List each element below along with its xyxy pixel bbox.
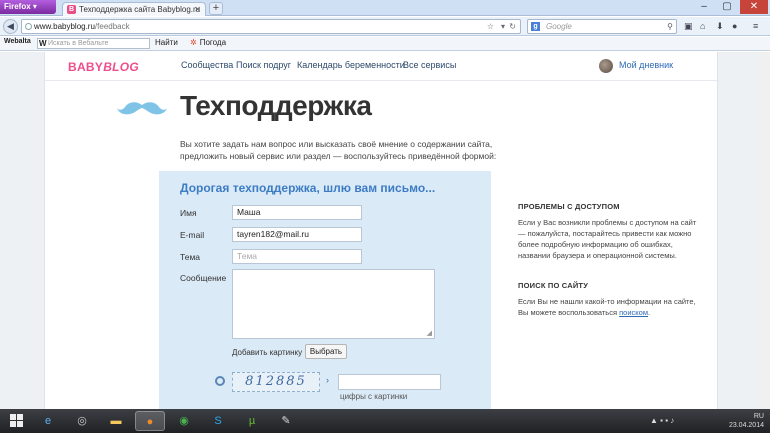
weather-link[interactable]: ✲ Погода <box>190 38 226 47</box>
start-pane-icon <box>17 414 23 420</box>
webalta-w-icon: W <box>39 39 47 48</box>
name-label: Имя <box>180 208 197 218</box>
tab-title: Техподдержка сайта Babyblog.ru <box>79 5 201 14</box>
page-content: BABYBLOG Сообщества Поиск подруг Календа… <box>44 52 719 409</box>
sidebar-access-block: ПРОБЛЕМЫ С ДОСТУПОМ Если у Вас возникли … <box>518 202 698 261</box>
skype-taskbar-icon[interactable]: S <box>203 411 233 431</box>
weather-label: Погода <box>199 38 227 47</box>
avatar[interactable] <box>599 59 613 73</box>
captcha-hint: цифры с картинки <box>340 392 408 401</box>
refresh-captcha-icon[interactable] <box>215 376 225 386</box>
page-scrollbar[interactable] <box>760 52 770 409</box>
bookmarks-icon[interactable]: ▣ <box>684 21 693 32</box>
explorer-taskbar-icon[interactable]: ▬ <box>101 411 131 431</box>
utorrent-taskbar-icon[interactable]: µ <box>237 411 267 431</box>
page-title: Техподдержка <box>180 90 372 121</box>
start-pane-icon <box>10 421 16 427</box>
dropdown-icon[interactable]: ▾ <box>501 20 505 33</box>
nav-find-friends[interactable]: Поиск подруг <box>236 60 291 70</box>
logo-blog: BLOG <box>103 60 140 74</box>
access-text: Если у Вас возникли проблемы с доступом … <box>518 218 697 260</box>
firefox-taskbar-icon[interactable]: ● <box>135 411 165 431</box>
star-icon[interactable]: ☆ <box>487 20 494 33</box>
my-diary-label: Мой дневник <box>619 60 674 70</box>
browser-tab-active[interactable]: B Техподдержка сайта Babyblog.ru ✕ <box>62 2 206 16</box>
email-label: E-mail <box>180 230 205 240</box>
mustache-icon <box>117 102 167 115</box>
search-icon[interactable]: ⚲ <box>667 20 673 33</box>
back-button[interactable]: ◀ <box>3 19 18 34</box>
access-heading: ПРОБЛЕМЫ С ДОСТУПОМ <box>518 202 620 211</box>
site-identity-icon[interactable] <box>25 23 32 30</box>
url-host: www.babyblog.ru <box>34 22 95 31</box>
weather-icon: ✲ <box>190 38 197 47</box>
app-taskbar-icon[interactable]: ◎ <box>67 411 97 431</box>
start-button[interactable] <box>10 414 24 428</box>
navigation-toolbar: ◀ www.babyblog.ru/feedback ☆ ▾ ↻ g Googl… <box>0 17 770 36</box>
clock-date: 23.04.2014 <box>728 422 764 429</box>
logo-baby: BABY <box>68 60 104 74</box>
ie-taskbar-icon[interactable]: e <box>33 411 63 431</box>
subject-label: Тема <box>180 252 201 262</box>
babyblog-logo[interactable]: BABYBLOG <box>68 60 139 74</box>
minimize-button[interactable]: – <box>693 0 715 14</box>
close-window-button[interactable]: ✕ <box>740 0 768 14</box>
name-field[interactable]: Маша <box>232 205 362 220</box>
url-bar[interactable]: www.babyblog.ru/feedback ☆ ▾ ↻ <box>21 19 521 34</box>
close-tab-icon[interactable]: ✕ <box>194 3 201 16</box>
new-tab-button[interactable]: + <box>209 2 223 15</box>
search-period: . <box>648 308 651 317</box>
firefox-label: Firefox <box>4 2 31 11</box>
menu-icon[interactable]: ≡ <box>753 21 758 31</box>
subject-field[interactable]: Тема <box>232 249 362 264</box>
add-picture-label: Добавить картинку <box>232 348 303 357</box>
maximize-button[interactable]: ▢ <box>716 0 738 14</box>
addons-icon[interactable]: ● <box>732 21 737 31</box>
system-clock[interactable]: RU 23.04.2014 <box>729 412 764 430</box>
home-icon[interactable]: ⌂ <box>700 21 705 31</box>
intro-text: Вы хотите задать нам вопрос или высказат… <box>180 139 497 161</box>
arrow-right-icon: › <box>326 375 329 385</box>
email-field[interactable]: tayren182@mail.ru <box>232 227 362 242</box>
search-text: Если Вы не нашли какой-то информации на … <box>518 297 696 317</box>
babyblog-favicon-icon: B <box>67 5 76 14</box>
site-header: BABYBLOG Сообщества Поиск подруг Календа… <box>45 52 719 81</box>
sidebar-search-block: ПОИСК ПО САЙТУ Если Вы не нашли какой-то… <box>518 281 698 318</box>
start-pane-icon <box>17 421 23 427</box>
windows-taskbar: e ◎ ▬ ● ◉ S µ ✎ ▲ ▪ ▪ ♪ RU 23.04.2014 <box>0 409 770 433</box>
tray-icons[interactable]: ▲ ▪ ▪ ♪ <box>650 416 674 425</box>
start-pane-icon <box>10 414 16 420</box>
search-link[interactable]: поиском <box>619 308 648 317</box>
resize-grip-icon[interactable]: ◢ <box>427 329 432 337</box>
feedback-form: Дорогая техподдержка, шлю вам письмо... … <box>159 171 491 409</box>
gimp-taskbar-icon[interactable]: ✎ <box>271 411 301 431</box>
captcha-image: 812885 <box>232 372 320 392</box>
message-textarea[interactable]: ◢ <box>232 269 435 339</box>
url-path: /feedback <box>94 22 130 31</box>
search-placeholder: Google <box>546 22 572 31</box>
webalta-logo[interactable]: Webalta <box>4 38 31 45</box>
keyboard-language[interactable]: RU <box>729 412 764 421</box>
bookmarks-toolbar: Webalta W Искать в Вебальте Найти ✲ Погод… <box>0 37 770 51</box>
webalta-search-input[interactable]: W Искать в Вебальте <box>37 38 150 49</box>
webalta-go-button[interactable]: Найти <box>155 38 178 47</box>
nav-communities[interactable]: Сообщества <box>181 60 233 70</box>
search-paragraph: Если Вы не нашли какой-то информации на … <box>518 296 698 318</box>
web-page: BABYBLOG Сообщества Поиск подруг Календа… <box>0 52 770 409</box>
chrome-taskbar-icon[interactable]: ◉ <box>169 411 199 431</box>
message-label: Сообщение <box>180 273 227 283</box>
nav-all-services[interactable]: Все сервисы <box>403 60 456 70</box>
choose-file-button[interactable]: Выбрать <box>305 344 347 359</box>
google-engine-icon[interactable]: g <box>531 22 540 31</box>
search-box[interactable]: g Google ⚲ <box>527 19 677 34</box>
nav-pregnancy-calendar[interactable]: Календарь беременности <box>297 60 405 70</box>
reload-icon[interactable]: ↻ <box>509 20 516 33</box>
search-heading: ПОИСК ПО САЙТУ <box>518 281 589 290</box>
webalta-search-placeholder: Искать в Вебальте <box>48 40 109 47</box>
browser-tab-bar: Firefox ▾ B Техподдержка сайта Babyblog.… <box>0 0 770 16</box>
firefox-menu-button[interactable]: Firefox ▾ <box>0 0 56 14</box>
captcha-input[interactable] <box>338 374 441 390</box>
form-title: Дорогая техподдержка, шлю вам письмо... <box>180 181 436 195</box>
download-icon[interactable]: ⬇ <box>716 21 724 32</box>
